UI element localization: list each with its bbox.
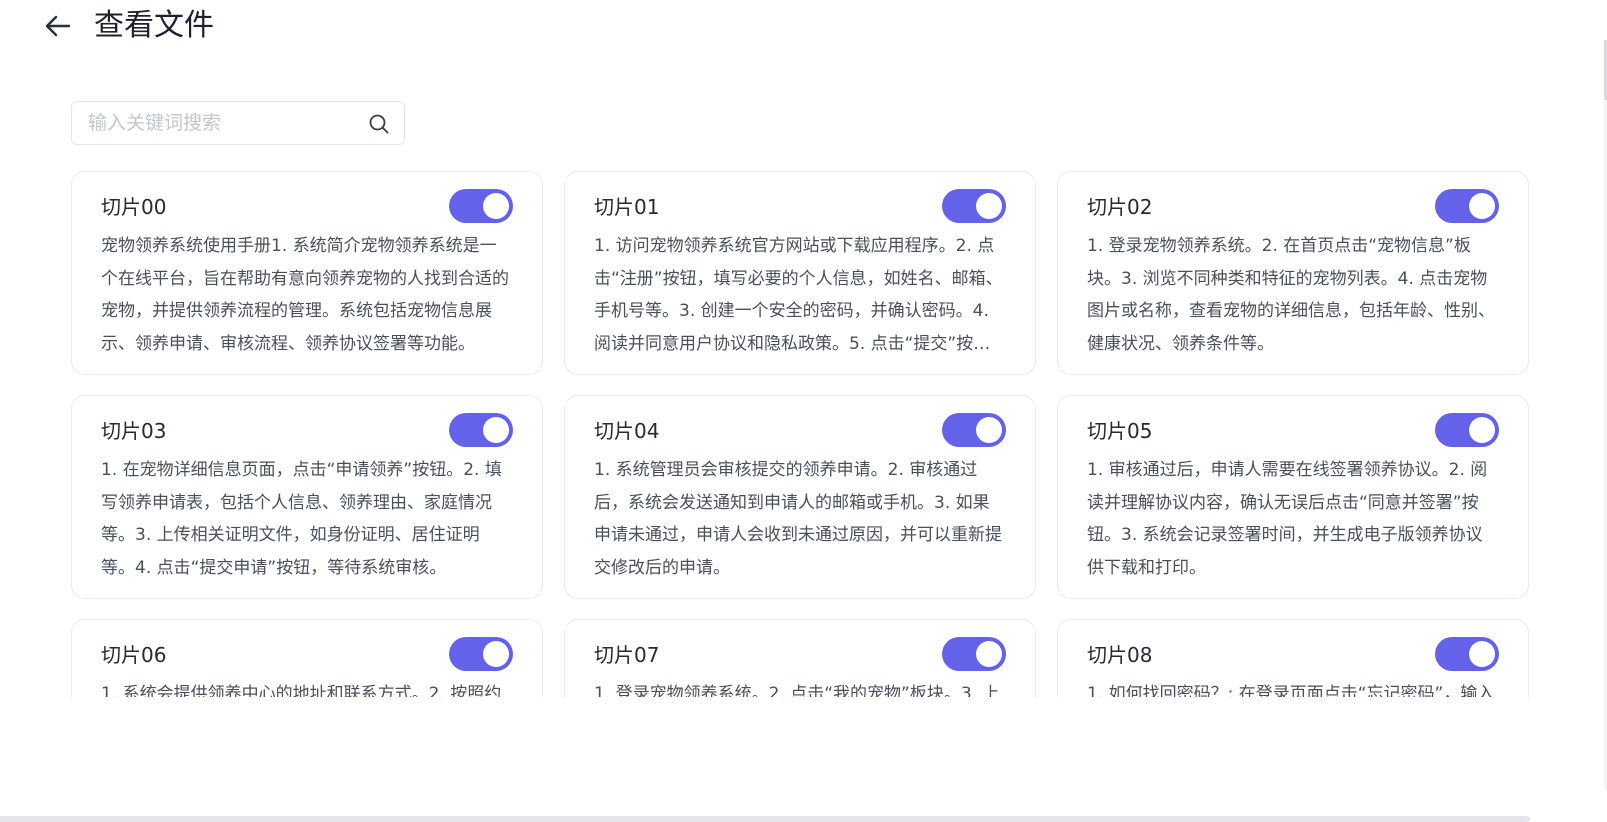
slice-card-text: 宠物领养系统使用手册1. 系统简介宠物领养系统是一个在线平台，旨在帮助有意向领养… bbox=[101, 236, 509, 354]
slice-card: 切片05 1. 审核通过后，申请人需要在线签署领养协议。2. 阅读并理解协议内容… bbox=[1057, 395, 1529, 599]
slice-card: 切片00 宠物领养系统使用手册1. 系统简介宠物领养系统是一个在线平台，旨在帮助… bbox=[71, 171, 543, 375]
toggle-knob bbox=[1469, 193, 1495, 219]
slice-card-text: 1. 登录宠物领养系统。2. 点击“我的宠物”板块。3. 上传宠物近况照片。 bbox=[594, 684, 1000, 697]
slice-card-title: 切片00 bbox=[101, 195, 167, 219]
slice-card-text: 1. 在宠物详细信息页面，点击“申请领养”按钮。2. 填写领养申请表，包括个人信… bbox=[101, 460, 502, 578]
slice-card-text: 1. 系统管理员会审核提交的领养申请。2. 审核通过后，系统会发送通知到申请人的… bbox=[594, 460, 1002, 578]
slice-enable-toggle[interactable] bbox=[1435, 637, 1499, 671]
back-button[interactable] bbox=[40, 8, 76, 44]
toggle-knob bbox=[976, 417, 1002, 443]
slice-card-text: 1. 访问宠物领养系统官方网站或下载应用程序。2. 点击“注册”按钮，填写必要的… bbox=[594, 236, 1003, 354]
slice-card-title: 切片05 bbox=[1087, 419, 1153, 443]
search-icon[interactable] bbox=[368, 113, 390, 135]
slice-enable-toggle[interactable] bbox=[942, 637, 1006, 671]
slice-enable-toggle[interactable] bbox=[449, 637, 513, 671]
slice-card-text: 1. 审核通过后，申请人需要在线签署领养协议。2. 阅读并理解协议内容，确认无误… bbox=[1087, 460, 1488, 578]
slice-card-text: 1. 登录宠物领养系统。2. 在首页点击“宠物信息”板块。3. 浏览不同种类和特… bbox=[1087, 236, 1495, 354]
slice-enable-toggle[interactable] bbox=[449, 189, 513, 223]
slice-card: 切片02 1. 登录宠物领养系统。2. 在首页点击“宠物信息”板块。3. 浏览不… bbox=[1057, 171, 1529, 375]
search-box bbox=[71, 101, 405, 145]
slice-enable-toggle[interactable] bbox=[1435, 413, 1499, 447]
page-title: 查看文件 bbox=[94, 8, 214, 43]
slice-enable-toggle[interactable] bbox=[449, 413, 513, 447]
slice-card: 切片07 1. 登录宠物领养系统。2. 点击“我的宠物”板块。3. 上传宠物近况… bbox=[564, 619, 1036, 697]
search-input[interactable] bbox=[72, 102, 362, 144]
toggle-knob bbox=[483, 193, 509, 219]
arrow-left-icon bbox=[45, 15, 71, 37]
slice-card-text: 1. 系统会提供领养中心的地址和联系方式。2. 按照约定时间前往领养中心。 bbox=[101, 684, 502, 697]
slice-card-grid: 切片00 宠物领养系统使用手册1. 系统简介宠物领养系统是一个在线平台，旨在帮助… bbox=[60, 160, 1550, 697]
slice-card: 切片03 1. 在宠物详细信息页面，点击“申请领养”按钮。2. 填写领养申请表，… bbox=[71, 395, 543, 599]
slice-card-title: 切片07 bbox=[594, 643, 660, 667]
toggle-knob bbox=[976, 193, 1002, 219]
slice-enable-toggle[interactable] bbox=[942, 189, 1006, 223]
slice-card-text: 1. 如何找回密码？: 在登录页面点击“忘记密码”，输入注册邮箱。 bbox=[1087, 684, 1495, 697]
slice-card: 切片08 1. 如何找回密码？: 在登录页面点击“忘记密码”，输入注册邮箱。 bbox=[1057, 619, 1529, 697]
slice-card-title: 切片02 bbox=[1087, 195, 1153, 219]
slice-card: 切片01 1. 访问宠物领养系统官方网站或下载应用程序。2. 点击“注册”按钮，… bbox=[564, 171, 1036, 375]
slice-card-title: 切片06 bbox=[101, 643, 167, 667]
toggle-knob bbox=[1469, 641, 1495, 667]
toggle-knob bbox=[1469, 417, 1495, 443]
view-files-page: 查看文件 切片00 宠物领养系统使用手册1. 系统简介宠物领养系统是一个在线平台… bbox=[0, 0, 1607, 822]
slice-enable-toggle[interactable] bbox=[1435, 189, 1499, 223]
slice-card-title: 切片08 bbox=[1087, 643, 1153, 667]
horizontal-scrollbar[interactable] bbox=[0, 816, 1530, 822]
slice-card: 切片06 1. 系统会提供领养中心的地址和联系方式。2. 按照约定时间前往领养中… bbox=[71, 619, 543, 697]
slice-card-title: 切片01 bbox=[594, 195, 660, 219]
toggle-knob bbox=[483, 417, 509, 443]
slice-card-title: 切片03 bbox=[101, 419, 167, 443]
toggle-knob bbox=[483, 641, 509, 667]
slice-enable-toggle[interactable] bbox=[942, 413, 1006, 447]
toggle-knob bbox=[976, 641, 1002, 667]
slice-card: 切片04 1. 系统管理员会审核提交的领养申请。2. 审核通过后，系统会发送通知… bbox=[564, 395, 1036, 599]
slice-card-title: 切片04 bbox=[594, 419, 660, 443]
